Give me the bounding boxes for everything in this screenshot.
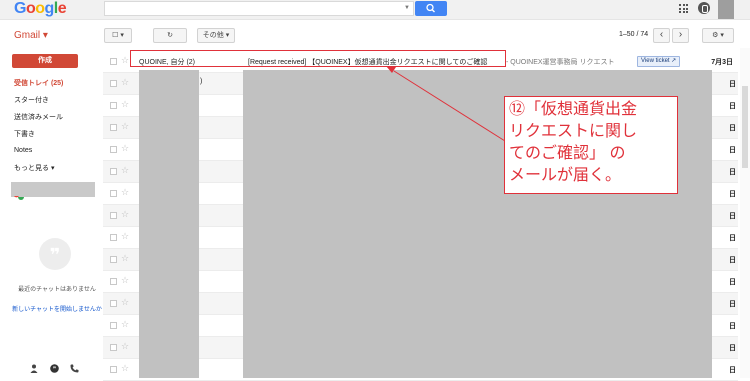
refresh-button[interactable]: ↻	[153, 28, 187, 43]
avatar[interactable]	[718, 0, 734, 19]
star-icon[interactable]: ☆	[121, 121, 129, 132]
logo-letter: e	[57, 0, 67, 17]
sidebar-item-inbox[interactable]: 受信トレイ (25)	[14, 78, 63, 88]
star-icon[interactable]: ☆	[121, 231, 129, 242]
star-icon[interactable]: ☆	[121, 55, 129, 66]
row-date-fragment: 日	[729, 367, 736, 374]
row-checkbox[interactable]	[110, 124, 117, 131]
row-checkbox[interactable]	[110, 322, 117, 329]
row-date-fragment: 日	[729, 147, 736, 154]
row-checkbox[interactable]	[110, 300, 117, 307]
row-date-fragment: 日	[729, 323, 736, 330]
row-date-fragment: 日	[729, 81, 736, 88]
row-date-fragment: 日	[729, 191, 736, 198]
annotation-line: てのご確認」 の	[509, 145, 626, 162]
row-date: 7月3日	[711, 59, 733, 66]
row-checkbox[interactable]	[110, 168, 117, 175]
svg-text:❞: ❞	[53, 366, 56, 373]
star-icon[interactable]: ☆	[121, 275, 129, 286]
start-chat-link[interactable]: 新しいチャットを開始しませんか	[12, 306, 102, 315]
star-icon[interactable]: ☆	[121, 341, 129, 352]
gmail-menu[interactable]: Gmail ▾	[14, 30, 48, 41]
hangouts-user[interactable]	[11, 182, 95, 197]
annotation-line: ⑫「仮想通貨出金	[509, 101, 638, 118]
person-icon[interactable]	[30, 364, 38, 373]
row-date-fragment: 日	[729, 125, 736, 132]
row-checkbox[interactable]	[110, 234, 117, 241]
star-icon[interactable]: ☆	[121, 363, 129, 374]
search-button[interactable]	[415, 1, 447, 16]
row-checkbox[interactable]	[110, 102, 117, 109]
star-icon[interactable]: ☆	[121, 187, 129, 198]
redacted-senders	[139, 70, 199, 378]
sidebar-item-starred[interactable]: スター付き	[14, 95, 49, 105]
row-date-fragment: 日	[729, 345, 736, 352]
top-bar: Google ▼	[0, 0, 750, 20]
select-all-button[interactable]: ☐ ▾	[104, 28, 132, 43]
star-icon[interactable]: ☆	[121, 253, 129, 264]
logo-letter: o	[25, 0, 36, 17]
row-checkbox[interactable]	[110, 80, 117, 87]
row-date-fragment: 日	[729, 279, 736, 286]
star-icon[interactable]: ☆	[121, 77, 129, 88]
scrollbar-thumb[interactable]	[742, 86, 748, 168]
search-icon	[426, 3, 435, 13]
chat-bottom-bar: ❞	[30, 364, 90, 374]
row-checkbox[interactable]	[110, 278, 117, 285]
sidebar-item-more[interactable]: もっと見る ▾	[14, 163, 54, 173]
row-checkbox[interactable]	[110, 344, 117, 351]
sidebar-item-drafts[interactable]: 下書き	[14, 129, 35, 139]
view-ticket-button[interactable]: View ticket ↗	[637, 56, 681, 67]
row-checkbox[interactable]	[110, 190, 117, 197]
next-page-button[interactable]: ›	[672, 28, 689, 43]
compose-button[interactable]: 作成	[12, 54, 78, 68]
star-icon[interactable]: ☆	[121, 319, 129, 330]
more-actions-button[interactable]: その他 ▾	[197, 28, 235, 43]
row-date-fragment: 日	[729, 301, 736, 308]
star-icon[interactable]: ☆	[121, 209, 129, 220]
row-sender-fragment: )	[200, 78, 203, 85]
row-checkbox[interactable]	[110, 366, 117, 373]
row-date-fragment: 日	[729, 213, 736, 220]
logo-letter: o	[35, 0, 45, 17]
row-date-fragment: 日	[729, 169, 736, 176]
annotation-line: リクエストに関し	[509, 123, 638, 140]
sidebar-item-notes[interactable]: Notes	[14, 147, 32, 154]
annotation-note: ⑫「仮想通貨出金 リクエストに関し てのご確認」 のメールが届く。	[504, 96, 678, 194]
star-icon[interactable]: ☆	[121, 165, 129, 176]
pagination-count: 1–50 / 74	[619, 31, 649, 38]
hangouts-icon[interactable]: ❞	[50, 364, 59, 373]
annotation-highlight-box	[130, 50, 506, 67]
row-checkbox[interactable]	[110, 146, 117, 153]
row-date-fragment: 日	[729, 103, 736, 110]
chat-empty-message: 最近のチャットはありません	[18, 287, 96, 293]
annotation-line: メールが届く。	[509, 167, 622, 184]
row-checkbox[interactable]	[110, 256, 117, 263]
prev-page-button[interactable]: ‹	[653, 28, 670, 43]
settings-button[interactable]: ⚙ ▾	[702, 28, 734, 43]
google-logo[interactable]: Google	[14, 0, 67, 18]
star-icon[interactable]: ☆	[121, 297, 129, 308]
row-checkbox[interactable]	[110, 212, 117, 219]
row-date-fragment: 日	[729, 235, 736, 242]
star-icon[interactable]: ☆	[121, 99, 129, 110]
hangouts-quote-icon: ❞	[39, 238, 71, 270]
logo-letter: G	[14, 0, 26, 17]
star-icon[interactable]: ☆	[121, 143, 129, 154]
row-checkbox[interactable]	[110, 58, 117, 65]
apps-grid-icon[interactable]	[679, 4, 688, 13]
phone-icon[interactable]	[70, 364, 79, 373]
notifications-icon[interactable]	[698, 2, 710, 14]
logo-letter: g	[44, 0, 55, 17]
hangouts-status-icon	[14, 196, 24, 200]
search-input[interactable]: ▼	[104, 1, 414, 16]
search-options-icon[interactable]: ▼	[404, 5, 410, 11]
row-date-fragment: 日	[729, 257, 736, 264]
row-snippet: - QUOINEX運営事務局 リクエスト	[506, 59, 615, 66]
sidebar-item-sent[interactable]: 送信済みメール	[14, 112, 63, 122]
